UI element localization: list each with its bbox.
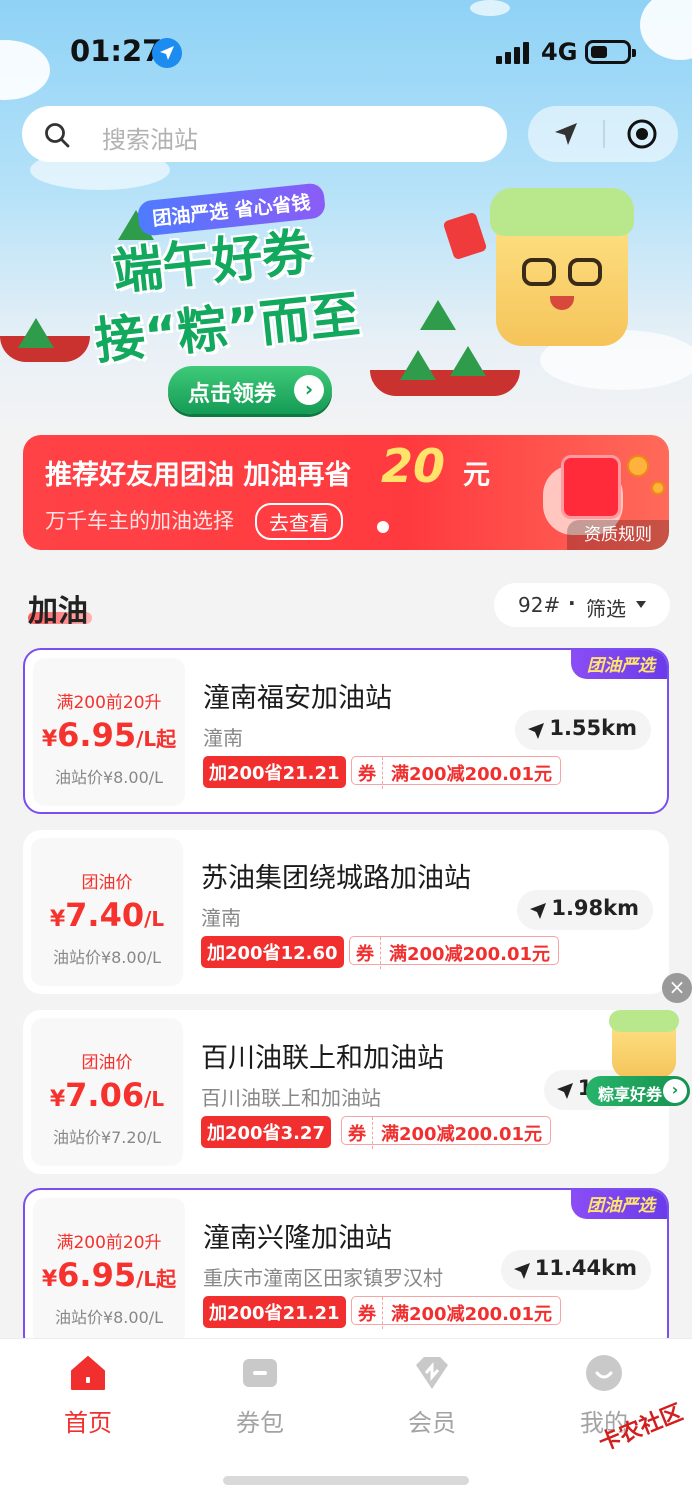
station-address: 潼南 [203, 726, 243, 750]
chevron-right-icon: › [294, 375, 324, 405]
station-card[interactable]: 团油价 ¥7.06/L 油站价¥7.20/L 百川油联上和加油站 百川油联上和加… [23, 1010, 669, 1174]
search-icon [44, 122, 70, 152]
section-title: 加油 [28, 594, 88, 629]
mascot-illustration [490, 188, 634, 346]
station-name: 苏油集团绕城路加油站 [201, 863, 471, 894]
close-icon[interactable]: × [662, 973, 692, 1003]
coupon-tag: 券满200减200.01元 [341, 1116, 552, 1149]
station-address: 百川油联上和加油站 [201, 1086, 381, 1110]
search-bar[interactable]: 搜索油站 [22, 106, 507, 162]
price: ¥7.40/L [49, 896, 165, 934]
caret-down-icon [636, 601, 646, 608]
zongzi-icon [450, 346, 486, 376]
station-card[interactable]: 满200前20升 ¥6.95/L起 油站价¥8.00/L 潼南福安加油站 潼南 … [23, 648, 669, 814]
mascot-illustration [609, 1010, 679, 1078]
fuel-grade: 92# [518, 593, 561, 617]
station-address: 潼南 [201, 906, 241, 930]
chevron-right-icon: › [663, 1079, 687, 1103]
promo-amount: 20 [381, 439, 446, 493]
tab-label: 券包 [236, 1409, 284, 1437]
savings-tag: 加200省3.27 [201, 1116, 331, 1148]
tab-member[interactable]: 会员 [372, 1353, 492, 1438]
promo-headline: 推荐好友用团油 加油再省 [45, 460, 352, 491]
home-icon [68, 1353, 108, 1393]
station-price: 油站价¥7.20/L [52, 1128, 162, 1147]
distance-badge[interactable]: 1.98km [517, 890, 653, 930]
zongzi-icon [18, 318, 54, 348]
price: ¥6.95/L起 [41, 716, 177, 754]
price-label: 满200前20升 [56, 693, 162, 713]
coin-icon [627, 455, 649, 477]
coupon-tag: 券满200减200.01元 [351, 756, 562, 789]
battery-icon [585, 40, 636, 64]
tab-home[interactable]: 首页 [28, 1353, 148, 1438]
distance-badge[interactable]: 11.44km [500, 1250, 651, 1290]
filter-separator: · [568, 591, 576, 615]
referral-promo-banner[interactable]: 推荐好友用团油 加油再省 20 元 万千车主的加油选择 去查看 资质规则 [23, 435, 669, 550]
coupon-tag: 券满200减200.01元 [351, 1296, 562, 1329]
station-card[interactable]: 团油价 ¥7.40/L 油站价¥8.00/L 苏油集团绕城路加油站 潼南 1.9… [23, 830, 669, 994]
status-time: 01:27 [70, 34, 163, 68]
promo-view-button[interactable]: 去查看 [255, 503, 343, 540]
station-card[interactable]: 满200前20升 ¥6.95/L起 油站价¥8.00/L 潼南兴隆加油站 重庆市… [23, 1188, 669, 1354]
fuel-filter-button[interactable]: 92# · 筛选 [494, 583, 670, 627]
distance-value: 11.44km [534, 1256, 637, 1280]
distance-badge[interactable]: 1.55km [515, 710, 651, 750]
station-price: 油站价¥8.00/L [54, 1308, 164, 1327]
red-envelope-icon [561, 455, 621, 519]
price-box: 满200前20升 ¥6.95/L起 油站价¥8.00/L [33, 658, 185, 806]
floating-coupon-ad[interactable]: 粽享好券 › [586, 1008, 692, 1108]
savings-tag: 加200省12.60 [201, 936, 344, 968]
distance-value: 1.55km [549, 716, 637, 740]
dragon-boat-icon [370, 370, 520, 396]
station-name: 潼南兴隆加油站 [203, 1223, 392, 1254]
coin-icon [651, 481, 665, 495]
price-box: 满200前20升 ¥6.95/L起 油站价¥8.00/L [33, 1198, 185, 1346]
price-label: 满200前20升 [56, 1233, 162, 1253]
promo-subtitle: 万千车主的加油选择 [45, 509, 234, 533]
tab-coupons[interactable]: 券包 [200, 1353, 320, 1438]
floating-ad-label: 粽享好券 › [586, 1076, 690, 1106]
home-indicator [223, 1476, 469, 1485]
claim-coupon-label: 点击领券 [188, 382, 277, 407]
tab-label: 首页 [64, 1409, 112, 1437]
coupon-wallet-icon [240, 1353, 280, 1393]
tab-label: 会员 [408, 1409, 456, 1437]
signal-icon [496, 42, 532, 68]
claim-coupon-button[interactable]: 点击领券 › [168, 366, 332, 414]
station-price: 油站价¥8.00/L [54, 768, 164, 787]
zongzi-icon [420, 300, 456, 330]
promo-unit: 元 [463, 460, 490, 491]
station-name: 百川油联上和加油站 [201, 1043, 444, 1074]
divider [603, 120, 605, 148]
status-bar: 01:27 4G [0, 0, 692, 100]
station-address: 重庆市潼南区田家镇罗汉村 [203, 1266, 443, 1290]
featured-badge: 团油严选 [571, 650, 667, 679]
station-name: 潼南福安加油站 [203, 683, 392, 714]
locate-me-icon[interactable] [626, 118, 658, 154]
price-box: 团油价 ¥7.40/L 油站价¥8.00/L [31, 838, 183, 986]
price: ¥6.95/L起 [41, 1256, 177, 1294]
savings-tag: 加200省21.21 [203, 1296, 346, 1328]
featured-badge: 团油严选 [571, 1190, 667, 1219]
location-services-icon [152, 38, 182, 68]
profile-icon [584, 1353, 624, 1393]
qualification-rules-link[interactable]: 资质规则 [567, 520, 669, 550]
distance-value: 1.98km [551, 896, 639, 920]
price: ¥7.06/L [49, 1076, 165, 1114]
network-type: 4G [541, 38, 578, 66]
navigate-icon[interactable] [552, 120, 580, 152]
price-label: 团油价 [81, 1053, 133, 1073]
savings-tag: 加200省21.21 [203, 756, 346, 788]
zongzi-icon [400, 350, 436, 380]
price-box: 团油价 ¥7.06/L 油站价¥7.20/L [31, 1018, 183, 1166]
station-price: 油站价¥8.00/L [52, 948, 162, 967]
price-label: 团油价 [81, 873, 133, 893]
search-placeholder: 搜索油站 [102, 126, 198, 154]
filter-label: 筛选 [586, 597, 626, 621]
carousel-indicator [377, 521, 389, 533]
location-controls [528, 106, 678, 162]
coupon-tag: 券满200减200.01元 [349, 936, 560, 969]
member-icon [412, 1353, 452, 1393]
